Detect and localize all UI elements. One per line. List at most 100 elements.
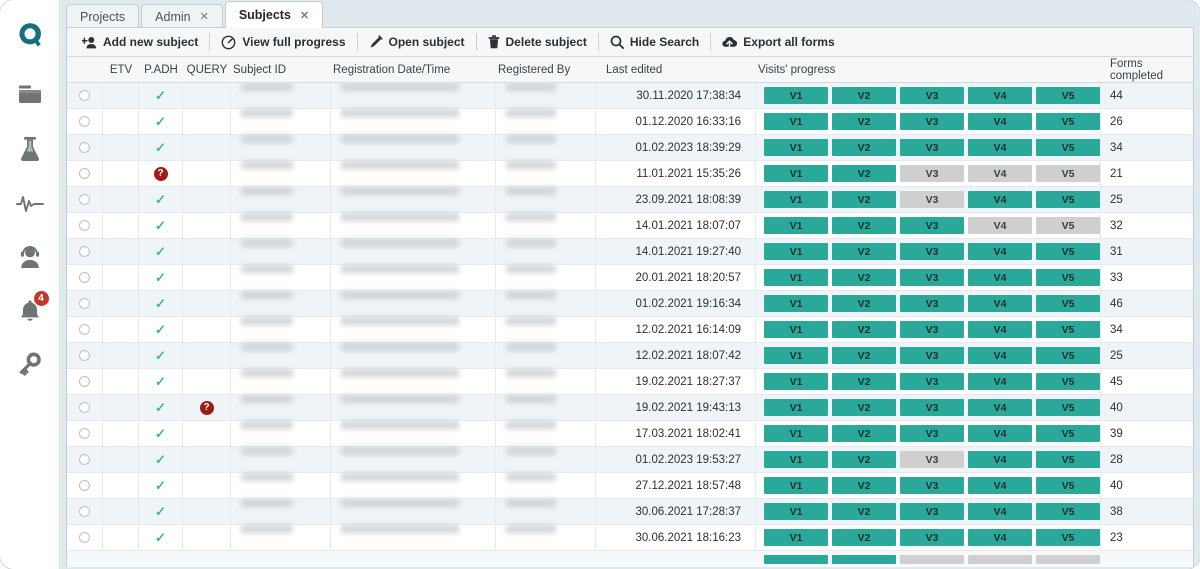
visit-chip-v2[interactable]: V2 (832, 451, 896, 468)
visit-chip-v4[interactable]: V4 (968, 269, 1032, 286)
visit-chip-v3[interactable]: V3 (900, 477, 964, 494)
visit-chip-v5[interactable]: V5 (1036, 295, 1100, 312)
visit-chip-v3[interactable]: V3 (900, 165, 964, 182)
add-new-subject-button[interactable]: Add new subject (71, 29, 209, 56)
visit-chip-v1[interactable]: V1 (764, 191, 828, 208)
visit-chip-v5[interactable]: V5 (1036, 451, 1100, 468)
visit-chip-v1[interactable]: V1 (764, 139, 828, 156)
view-full-progress-button[interactable]: View full progress (210, 29, 356, 56)
visit-chip-v1[interactable]: V1 (764, 269, 828, 286)
table-row[interactable]: ✓ 14.01.2021 18:07:07 V1 V2 V3 V4 V5 32 (67, 212, 1193, 239)
table-row[interactable]: ✓? 19.02.2021 19:43:13 V1 V2 V3 V4 V5 40 (67, 394, 1193, 421)
row-select-radio[interactable] (67, 238, 103, 265)
row-select-radio[interactable] (67, 498, 103, 525)
visit-chip-v3[interactable]: V3 (900, 217, 964, 234)
visit-chip-v4[interactable]: V4 (968, 425, 1032, 442)
radio-icon[interactable] (79, 90, 90, 101)
radio-icon[interactable] (79, 116, 90, 127)
column-header-last-edited[interactable]: Last edited (596, 64, 756, 76)
table-row[interactable]: ✓ 17.03.2021 18:02:41 V1 V2 V3 V4 V5 39 (67, 420, 1193, 447)
adherence-question-icon[interactable]: ? (153, 166, 168, 181)
row-select-radio[interactable] (67, 264, 103, 291)
table-row[interactable]: ✓ 19.02.2021 18:27:37 V1 V2 V3 V4 V5 45 (67, 368, 1193, 395)
table-row[interactable]: ✓ 27.12.2021 18:57:48 V1 V2 V3 V4 V5 40 (67, 472, 1193, 499)
visit-chip-v2[interactable]: V2 (832, 295, 896, 312)
visit-chip-v1[interactable]: V1 (764, 503, 828, 520)
visit-chip-v3[interactable]: V3 (900, 321, 964, 338)
visit-chip-v1[interactable]: V1 (764, 113, 828, 130)
table-row[interactable]: ✓ 20.01.2021 18:20:57 V1 V2 V3 V4 V5 33 (67, 264, 1193, 291)
visit-chip-v5[interactable]: V5 (1036, 113, 1100, 130)
radio-icon[interactable] (79, 194, 90, 205)
visit-chip-v4[interactable]: V4 (968, 243, 1032, 260)
visit-chip-v4[interactable]: V4 (968, 191, 1032, 208)
visit-chip-v3[interactable]: V3 (900, 295, 964, 312)
visit-chip-v1[interactable]: V1 (764, 165, 828, 182)
hide-search-button[interactable]: Hide Search (599, 29, 710, 56)
radio-icon[interactable] (79, 376, 90, 387)
visit-chip-v3[interactable]: V3 (900, 243, 964, 260)
radio-icon[interactable] (79, 454, 90, 465)
visit-chip-v2[interactable]: V2 (832, 503, 896, 520)
visit-chip-v1[interactable]: V1 (764, 243, 828, 260)
row-select-radio[interactable] (67, 524, 103, 551)
sidebar-item-logo[interactable] (7, 12, 53, 58)
column-header-padh[interactable]: P.ADH (139, 64, 183, 76)
visit-chip-v4[interactable]: V4 (968, 321, 1032, 338)
visit-chip-v2[interactable]: V2 (832, 347, 896, 364)
column-header-visits-progress[interactable]: Visits' progress (756, 64, 1101, 76)
column-header-etv[interactable]: ETV (103, 64, 139, 76)
visit-chip-v5[interactable]: V5 (1036, 529, 1100, 546)
visit-chip-v2[interactable]: V2 (832, 191, 896, 208)
visit-chip-v5[interactable]: V5 (1036, 139, 1100, 156)
table-row[interactable]: ✓ 30.11.2020 17:38:34 V1 V2 V3 V4 V5 44 (67, 83, 1193, 109)
visit-chip-v3[interactable]: V3 (900, 347, 964, 364)
close-icon[interactable]: ✕ (200, 10, 209, 23)
sidebar-item-access[interactable] (7, 342, 53, 388)
export-all-forms-button[interactable]: Export all forms (711, 29, 845, 56)
visit-chip-v5[interactable]: V5 (1036, 373, 1100, 390)
table-row[interactable]: ✓ 12.02.2021 18:07:42 V1 V2 V3 V4 V5 25 (67, 342, 1193, 369)
visit-chip-v4[interactable]: V4 (968, 113, 1032, 130)
close-icon[interactable]: ✕ (300, 9, 309, 22)
visit-chip-v3[interactable]: V3 (900, 87, 964, 104)
row-select-radio[interactable] (67, 394, 103, 421)
radio-icon[interactable] (79, 428, 90, 439)
visit-chip-v4[interactable]: V4 (968, 295, 1032, 312)
visit-chip-v1[interactable]: V1 (764, 217, 828, 234)
visit-chip-v2[interactable]: V2 (832, 399, 896, 416)
visit-chip-v1[interactable]: V1 (764, 477, 828, 494)
row-select-radio[interactable] (67, 83, 103, 109)
visit-chip-v3[interactable]: V3 (900, 139, 964, 156)
radio-icon[interactable] (79, 402, 90, 413)
row-select-radio[interactable] (67, 160, 103, 187)
query-question-icon[interactable]: ? (199, 400, 214, 415)
row-select-radio[interactable] (67, 342, 103, 369)
visit-chip-v2[interactable] (832, 554, 896, 564)
tab-admin[interactable]: Admin ✕ (141, 4, 223, 28)
visit-chip-v1[interactable]: V1 (764, 425, 828, 442)
visit-chip-v3[interactable]: V3 (900, 191, 964, 208)
table-row[interactable]: ✓ 14.01.2021 19:27:40 V1 V2 V3 V4 V5 31 (67, 238, 1193, 265)
table-row[interactable]: ✓ 12.02.2021 16:14:09 V1 V2 V3 V4 V5 34 (67, 316, 1193, 343)
column-header-registered-by[interactable]: Registered By (496, 64, 596, 76)
visit-chip-v4[interactable]: V4 (968, 347, 1032, 364)
visit-chip-v4[interactable]: V4 (968, 399, 1032, 416)
visit-chip-v2[interactable]: V2 (832, 217, 896, 234)
row-select-radio[interactable] (67, 186, 103, 213)
visit-chip-v2[interactable]: V2 (832, 321, 896, 338)
column-header-forms-completed[interactable]: Forms completed (1101, 58, 1193, 82)
visit-chip-v1[interactable]: V1 (764, 399, 828, 416)
table-row[interactable]: ? 11.01.2021 15:35:26 V1 V2 V3 V4 V5 21 (67, 160, 1193, 187)
radio-icon[interactable] (79, 506, 90, 517)
visit-chip-v4[interactable]: V4 (968, 529, 1032, 546)
tab-projects[interactable]: Projects (66, 4, 140, 28)
visit-chip-v5[interactable]: V5 (1036, 87, 1100, 104)
column-header-registration[interactable]: Registration Date/Time (331, 64, 496, 76)
visit-chip-v3[interactable]: V3 (900, 269, 964, 286)
radio-icon[interactable] (79, 298, 90, 309)
radio-icon[interactable] (79, 480, 90, 491)
visit-chip-v3[interactable] (900, 554, 964, 564)
sidebar-item-notifications[interactable]: 4 (7, 288, 53, 334)
table-row[interactable]: ✓ 23.09.2021 18:08:39 V1 V2 V3 V4 V5 25 (67, 186, 1193, 213)
